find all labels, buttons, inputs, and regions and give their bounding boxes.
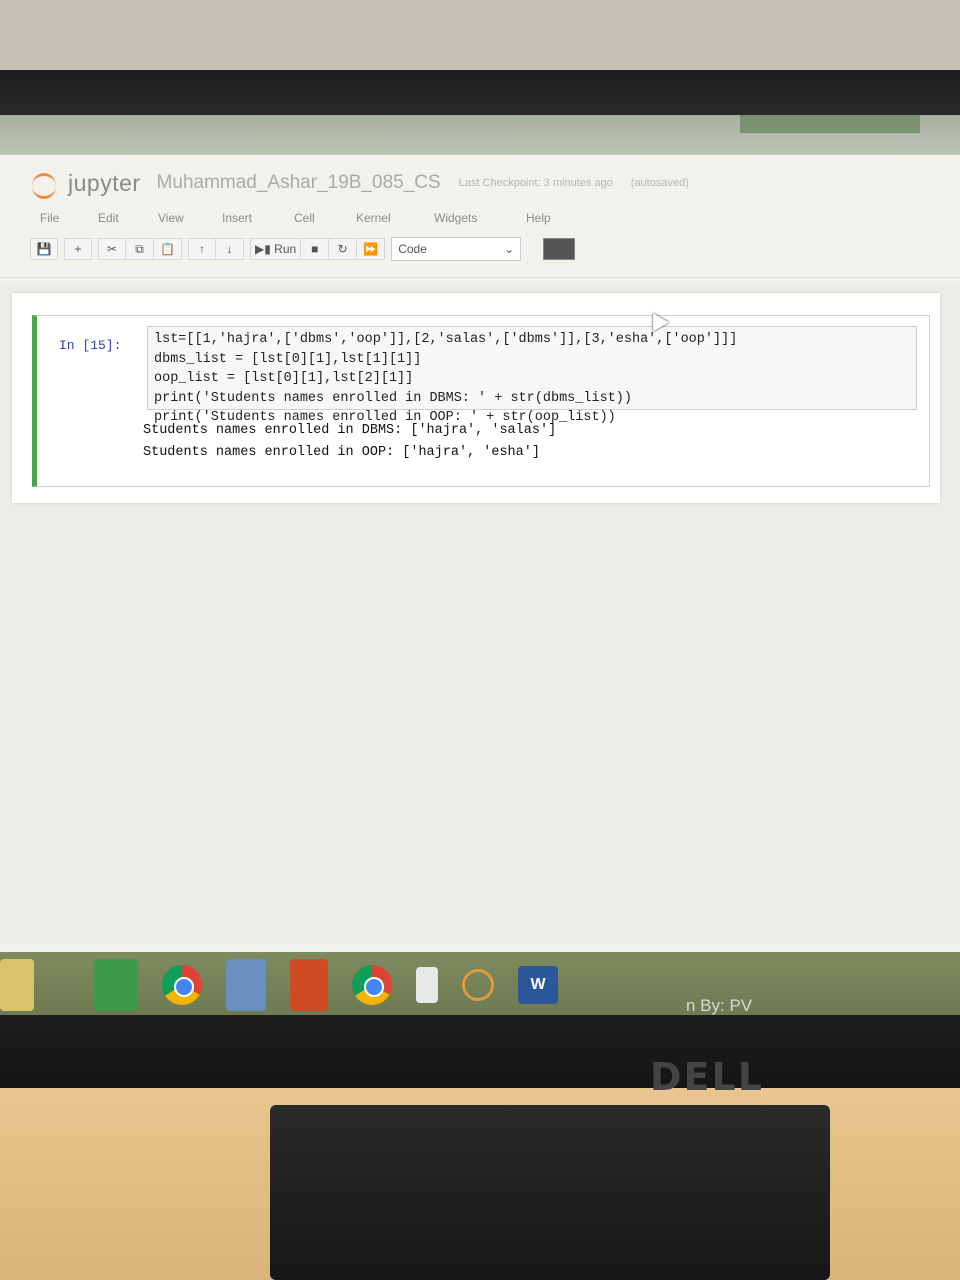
cut-icon[interactable]: ✂ bbox=[98, 238, 126, 260]
windows-taskbar: W bbox=[0, 952, 960, 1018]
jupyter-header: jupyter Muhammad_Ashar_19B_085_CS Last C… bbox=[30, 163, 689, 203]
run-icon: ▶▮ bbox=[255, 242, 275, 256]
menu-file[interactable]: File bbox=[40, 207, 98, 229]
chrome-icon[interactable] bbox=[352, 965, 392, 1005]
chrome-icon[interactable] bbox=[162, 965, 202, 1005]
run-group: ▶▮ Run ■ ↻ ⏩ bbox=[250, 238, 386, 260]
code-input[interactable]: lst=[[1,'hajra',['dbms','oop']],[2,'sala… bbox=[147, 326, 917, 425]
menu-help[interactable]: Help bbox=[526, 207, 576, 229]
browser-tab[interactable] bbox=[740, 115, 920, 133]
autosave-status: (autosaved) bbox=[630, 177, 689, 189]
jupyter-logo-text[interactable]: jupyter bbox=[68, 170, 141, 197]
menu-cell[interactable]: Cell bbox=[294, 207, 356, 229]
menubar: File Edit View Insert Cell Kernel Widget… bbox=[40, 207, 576, 229]
edit-group: ✂ ⧉ 📋 bbox=[98, 238, 182, 260]
code-line: oop_list = [lst[0][1],lst[2][1]] bbox=[154, 371, 414, 386]
monitor-brand-logo: DELL bbox=[650, 1055, 764, 1099]
code-cell[interactable]: In [15]: lst=[[1,'hajra',['dbms','oop']]… bbox=[32, 315, 930, 487]
file-explorer-icon[interactable] bbox=[0, 959, 34, 1011]
output-line: Students names enrolled in DBMS: ['hajra… bbox=[143, 423, 557, 438]
menu-view[interactable]: View bbox=[158, 207, 222, 229]
arrow-down-icon[interactable]: ↓ bbox=[216, 238, 244, 260]
cell-type-select[interactable]: Code ⌄ bbox=[391, 237, 522, 261]
output-line: Students names enrolled in OOP: ['hajra'… bbox=[143, 445, 540, 460]
code-line: dbms_list = [lst[0][1],lst[1][1]] bbox=[154, 351, 422, 367]
file-icon[interactable] bbox=[416, 967, 438, 1003]
notebook-container: In [15]: lst=[[1,'hajra',['dbms','oop']]… bbox=[12, 293, 940, 503]
background-wall bbox=[0, 0, 960, 80]
store-icon[interactable] bbox=[94, 959, 138, 1011]
arrow-up-icon[interactable]: ↑ bbox=[188, 238, 216, 260]
chevron-down-icon: ⌄ bbox=[504, 242, 515, 256]
word-icon[interactable]: W bbox=[518, 966, 558, 1004]
run-label: Run bbox=[274, 242, 297, 256]
remote-desktop-icon[interactable] bbox=[226, 959, 266, 1011]
restart-icon[interactable]: ↻ bbox=[329, 238, 358, 260]
save-icon[interactable]: 💾 bbox=[30, 238, 58, 260]
monitor-stand bbox=[270, 1105, 830, 1280]
run-button[interactable]: ▶▮ Run bbox=[250, 238, 302, 260]
code-line: print('Students names enrolled in DBMS: … bbox=[154, 390, 632, 406]
move-group: ↑ ↓ bbox=[188, 238, 244, 260]
watermark-text: n By: PV bbox=[686, 996, 753, 1015]
checkpoint-status: Last Checkpoint: 3 minutes ago bbox=[458, 177, 613, 189]
menu-widgets[interactable]: Widgets bbox=[434, 207, 526, 229]
jupyter-logo-icon[interactable] bbox=[30, 169, 58, 199]
paste-icon[interactable]: 📋 bbox=[154, 238, 182, 260]
cell-type-value: Code bbox=[398, 242, 427, 256]
menu-insert[interactable]: Insert bbox=[222, 207, 294, 229]
keyboard-icon[interactable] bbox=[543, 238, 576, 260]
monitor-screen: jupyter Muhammad_Ashar_19B_085_CS Last C… bbox=[0, 115, 960, 1015]
fast-forward-icon[interactable]: ⏩ bbox=[357, 238, 386, 260]
office-icon[interactable] bbox=[290, 959, 328, 1011]
input-prompt: In [15]: bbox=[59, 338, 122, 353]
notebook-title[interactable]: Muhammad_Ashar_19B_085_CS bbox=[157, 172, 441, 194]
monitor-bezel-top bbox=[0, 70, 960, 120]
add-cell-icon[interactable]: + bbox=[64, 238, 92, 260]
sync-icon[interactable] bbox=[462, 969, 494, 1001]
menu-kernel[interactable]: Kernel bbox=[356, 207, 434, 229]
menu-edit[interactable]: Edit bbox=[98, 207, 158, 229]
stop-icon[interactable]: ■ bbox=[301, 238, 330, 260]
notebook-area: In [15]: lst=[[1,'hajra',['dbms','oop']]… bbox=[0, 283, 960, 943]
copy-icon[interactable]: ⧉ bbox=[126, 238, 154, 260]
cell-output: Students names enrolled in DBMS: ['hajra… bbox=[143, 420, 923, 464]
notebook-toolbar: 💾 + ✂ ⧉ 📋 ↑ ↓ ▶▮ Run ■ ↻ ⏩ Code ⌄ bbox=[30, 237, 576, 261]
code-line: lst=[[1,'hajra',['dbms','oop']],[2,'sala… bbox=[154, 332, 738, 347]
toolbar-divider bbox=[0, 277, 960, 278]
